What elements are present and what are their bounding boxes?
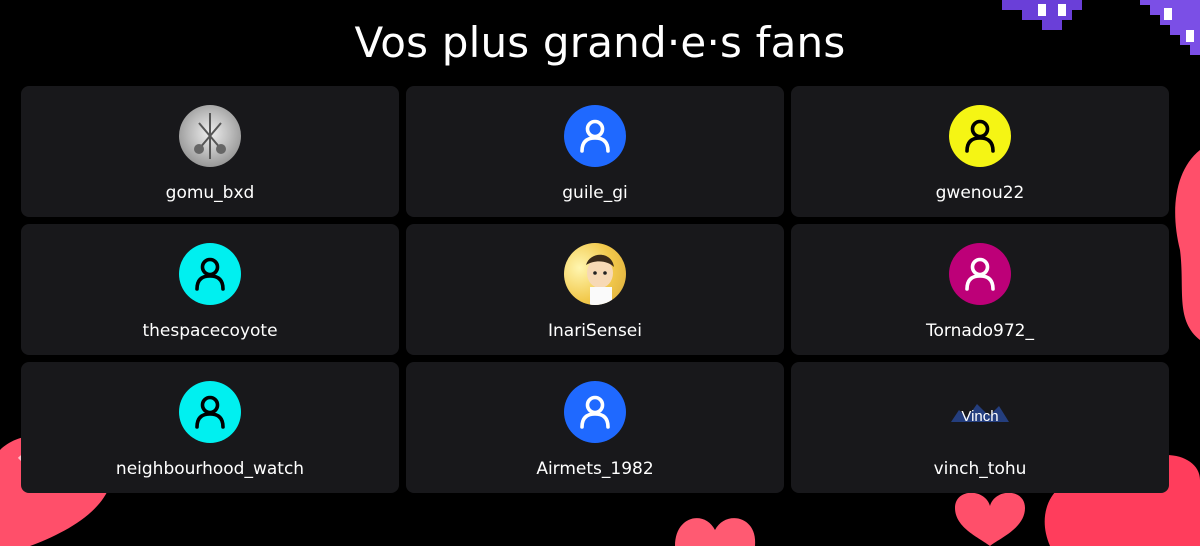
photo-avatar [179, 105, 241, 167]
fans-grid: gomu_bxd guile_gi gwenou22 thespacecoyote In… [21, 86, 1169, 493]
user-icon [580, 119, 610, 153]
fan-username: vinch_tohu [933, 459, 1027, 479]
user-icon [965, 257, 995, 291]
fan-card[interactable]: Airmets_1982 [406, 362, 784, 493]
fan-card[interactable]: gomu_bxd [21, 86, 399, 217]
heart-decoration-bottom-center [675, 518, 756, 546]
default-avatar-icon [949, 243, 1011, 305]
default-avatar-icon [179, 381, 241, 443]
default-avatar-icon [949, 105, 1011, 167]
page-title: Vos plus grand·e·s fans [354, 18, 846, 67]
user-icon [195, 395, 225, 429]
default-avatar-icon [564, 381, 626, 443]
heart-decoration-bottom-right-small [955, 492, 1025, 546]
anime-avatar [564, 243, 626, 305]
vinch-logo: Vinch [949, 381, 1011, 443]
default-avatar-icon [564, 105, 626, 167]
fan-card[interactable]: Vinch vinch_tohu [791, 362, 1169, 493]
default-avatar-icon [179, 243, 241, 305]
fan-username: neighbourhood_watch [115, 459, 305, 479]
fan-username: gomu_bxd [165, 183, 255, 203]
heart-decoration-right-edge [1175, 150, 1200, 340]
user-icon [580, 395, 610, 429]
fan-username: thespacecoyote [142, 321, 278, 341]
fan-username: InariSensei [548, 321, 642, 341]
fan-username: gwenou22 [935, 183, 1025, 203]
fan-username: Airmets_1982 [536, 459, 654, 479]
user-icon [195, 257, 225, 291]
fan-card[interactable]: guile_gi [406, 86, 784, 217]
fan-card[interactable]: gwenou22 [791, 86, 1169, 217]
fan-card[interactable]: InariSensei [406, 224, 784, 355]
svg-text:Vinch: Vinch [961, 408, 998, 425]
fan-card[interactable]: thespacecoyote [21, 224, 399, 355]
fan-username: guile_gi [562, 183, 628, 203]
fan-card[interactable]: neighbourhood_watch [21, 362, 399, 493]
fan-username: Tornado972_ [926, 321, 1034, 341]
fan-card[interactable]: Tornado972_ [791, 224, 1169, 355]
user-icon [965, 119, 995, 153]
